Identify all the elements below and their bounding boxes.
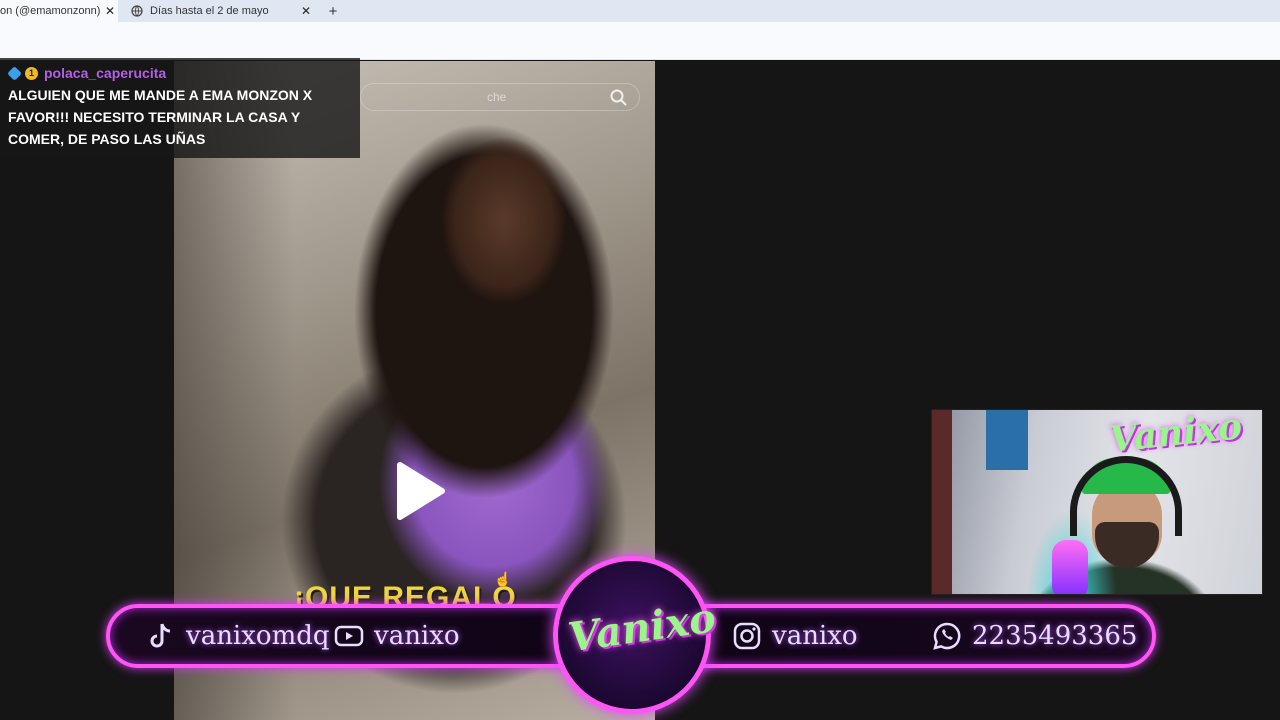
instagram-label: vanixo bbox=[772, 621, 858, 651]
tab-close-icon[interactable]: ✕ bbox=[298, 4, 314, 18]
hand-cursor-icon: ☝ bbox=[494, 571, 512, 587]
center-logo-medal: Vanixo bbox=[553, 556, 719, 714]
youtube-handle: vanixo bbox=[334, 614, 460, 658]
tab-label: Días hasta el 2 de mayo bbox=[150, 5, 269, 17]
search-icon bbox=[609, 88, 629, 108]
new-tab-button[interactable]: + bbox=[324, 0, 342, 22]
headset-icon bbox=[1070, 456, 1182, 536]
instagram-handle: vanixo bbox=[732, 614, 858, 658]
level-badge: 1 bbox=[25, 66, 38, 80]
tiktok-icon bbox=[146, 621, 176, 651]
chat-message: 1 polaca_caperucita ALGUIEN QUE ME MANDE… bbox=[0, 58, 360, 158]
webcam-logo: Vanixo bbox=[1106, 409, 1244, 461]
center-logo: Vanixo bbox=[565, 594, 719, 662]
chat-user-line: 1 polaca_caperucita bbox=[7, 62, 352, 84]
tiktok-handle: vanixomdq bbox=[146, 614, 330, 658]
chat-username: polaca_caperucita bbox=[44, 65, 167, 81]
youtube-icon bbox=[334, 621, 364, 651]
webcam-door bbox=[932, 410, 952, 594]
whatsapp-icon bbox=[932, 621, 962, 651]
video-search-overlay: che bbox=[360, 83, 640, 111]
browser-toolbar bbox=[0, 22, 1280, 60]
search-placeholder: che bbox=[487, 90, 507, 104]
instagram-icon bbox=[732, 621, 762, 651]
microphone-icon bbox=[1052, 540, 1088, 594]
webcam-wall-art bbox=[986, 410, 1028, 470]
browser-tab-bar: on (@emamonzonn) ✕ Días hasta el 2 de ma… bbox=[0, 0, 1280, 22]
tab-close-icon[interactable]: ✕ bbox=[102, 4, 118, 18]
whatsapp-label: 2235493365 bbox=[972, 621, 1138, 651]
tab-dias-hasta[interactable]: Días hasta el 2 de mayo ✕ bbox=[124, 0, 314, 22]
screen: on (@emamonzonn) ✕ Días hasta el 2 de ma… bbox=[0, 0, 1280, 720]
youtube-label: vanixo bbox=[374, 621, 460, 651]
tab-label: on (@emamonzonn) bbox=[0, 5, 101, 17]
badge-icon bbox=[7, 65, 22, 81]
whatsapp-handle: 2235493365 bbox=[932, 614, 1137, 658]
tab-emamonzonn[interactable]: on (@emamonzonn) ✕ bbox=[0, 0, 118, 22]
webcam-feed: Vanixo bbox=[931, 409, 1263, 595]
chat-text: ALGUIEN QUE ME MANDE A EMA MONZON X FAVO… bbox=[8, 87, 313, 147]
play-icon[interactable] bbox=[394, 461, 446, 521]
globe-icon bbox=[130, 4, 144, 18]
tiktok-label: vanixomdq bbox=[186, 621, 330, 651]
